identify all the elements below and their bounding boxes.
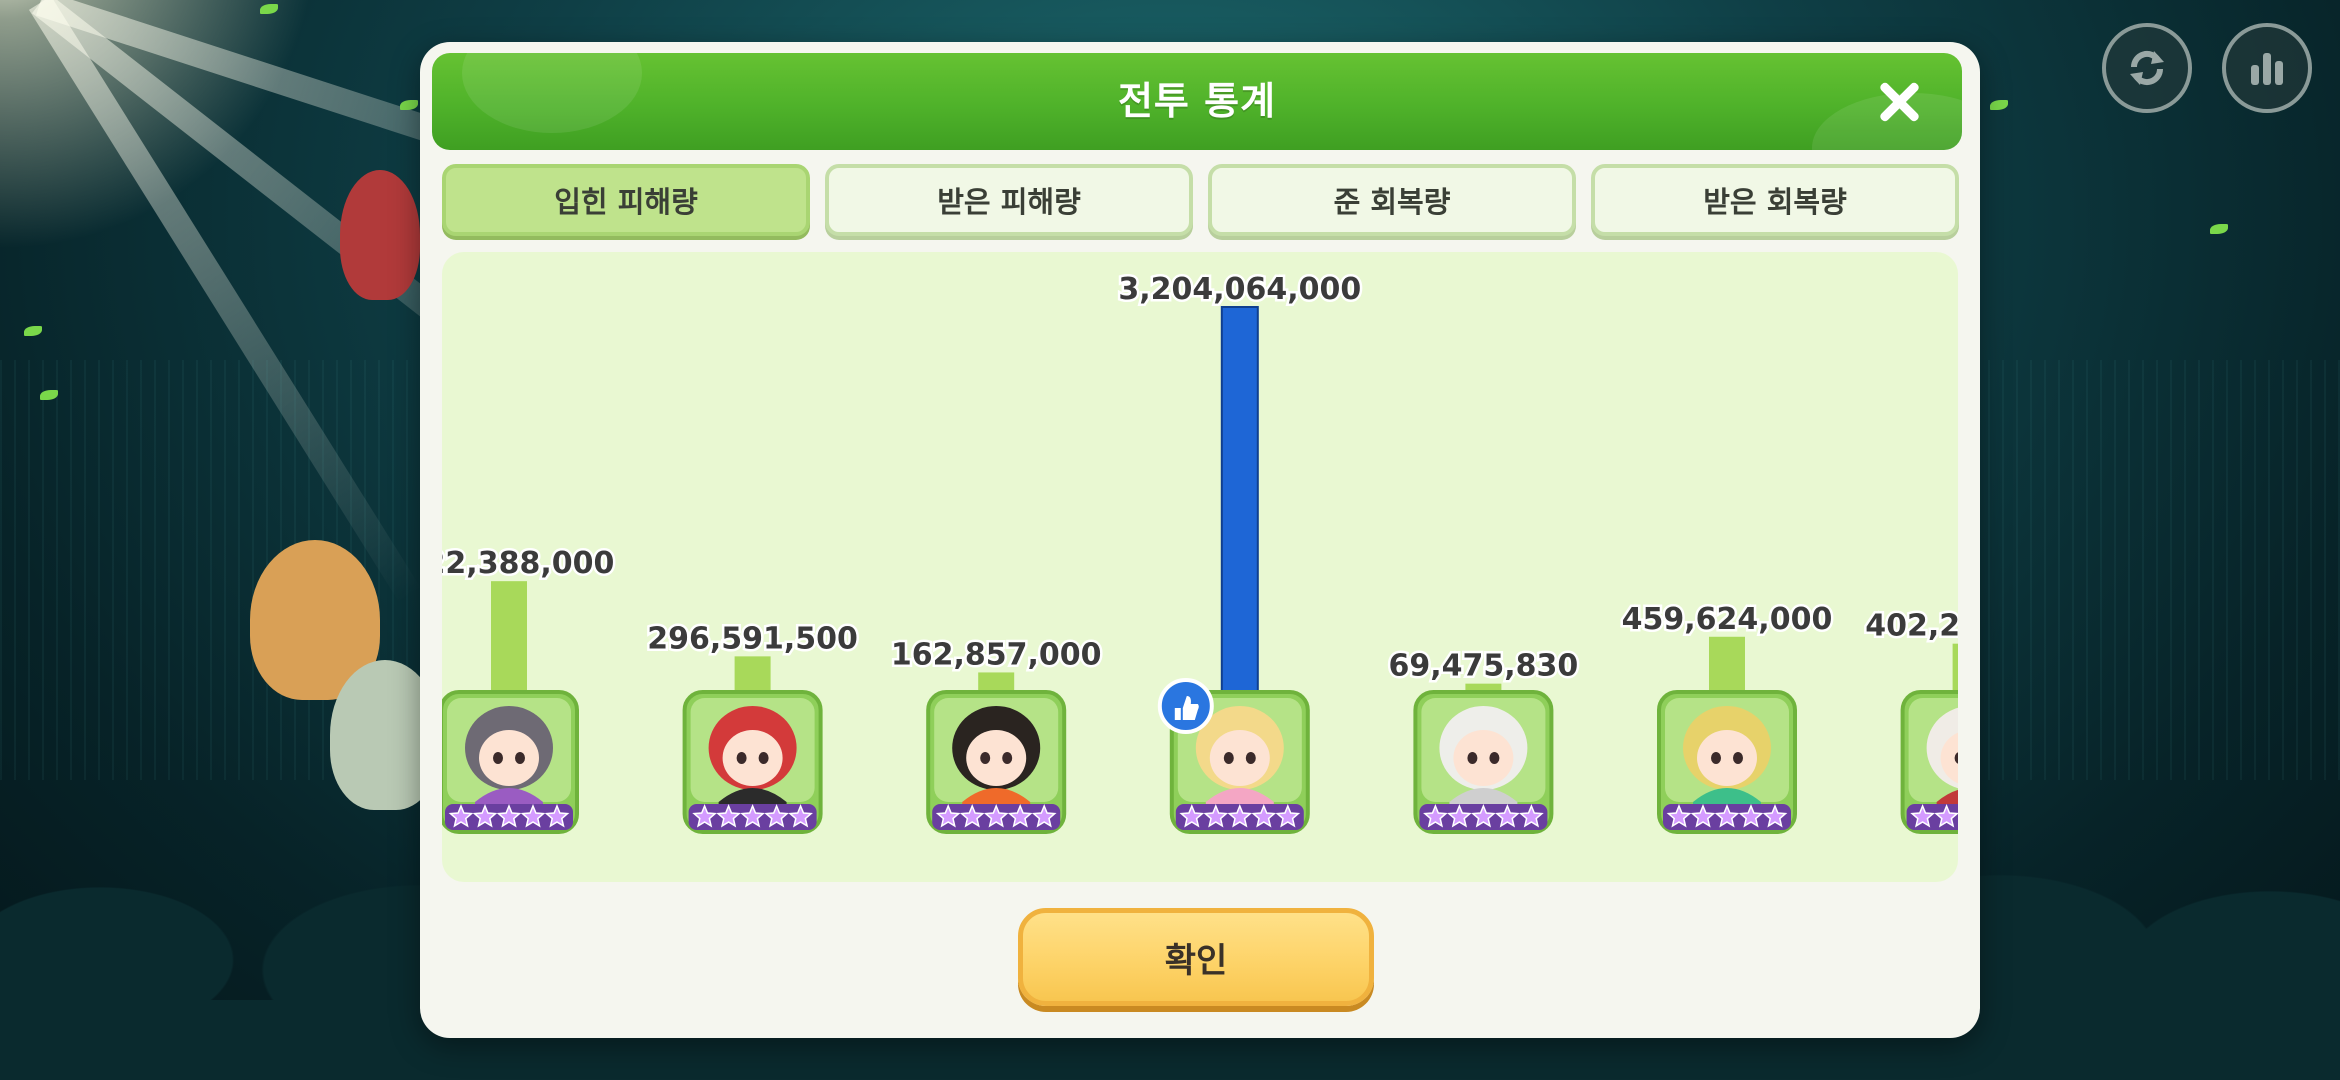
character-eye bbox=[1489, 752, 1500, 764]
refresh-icon bbox=[2130, 50, 2164, 86]
tab-healing-given[interactable]: 준 회복량 bbox=[1208, 164, 1576, 236]
damage-value-label: 69,475,830 bbox=[1389, 649, 1579, 684]
character-eye bbox=[1245, 752, 1256, 764]
tab-damage-taken[interactable]: 받은 피해량 bbox=[825, 164, 1193, 236]
refresh-button[interactable] bbox=[2102, 23, 2192, 113]
dialog-title: 전투 통계 bbox=[1117, 79, 1277, 123]
bar-chart-icon bbox=[2251, 53, 2283, 85]
character-face bbox=[966, 730, 1027, 786]
character-eye bbox=[515, 752, 525, 764]
character-face bbox=[479, 730, 539, 786]
character-face bbox=[722, 730, 783, 786]
damage-bar bbox=[734, 656, 771, 692]
character-eye bbox=[736, 752, 747, 764]
character-eye bbox=[1711, 752, 1721, 764]
battle-stats-dialog: 전투 통계 입힌 피해량 받은 피해량 준 회복량 받은 회복량 922,388… bbox=[420, 42, 1980, 1038]
damage-value-label: 922,388,000 bbox=[442, 546, 614, 581]
character-eye bbox=[1223, 752, 1234, 764]
damage-bar bbox=[1220, 306, 1259, 693]
tab-damage-dealt[interactable]: 입힌 피해량 bbox=[442, 164, 810, 236]
damage-value-label: 296,591,500 bbox=[647, 621, 858, 656]
damage-value-label: 459,624,000 bbox=[1622, 602, 1833, 637]
character-face bbox=[1209, 730, 1270, 786]
character-eye bbox=[758, 752, 769, 764]
tab-healing-received[interactable]: 받은 회복량 bbox=[1591, 164, 1959, 236]
character-eye bbox=[1467, 752, 1478, 764]
dialog-title-bar: 전투 통계 bbox=[432, 53, 1962, 150]
confirm-button[interactable]: 확인 bbox=[1018, 908, 1374, 1006]
falling-leaf bbox=[2210, 224, 2228, 234]
character-eye bbox=[493, 752, 503, 764]
character-face bbox=[1453, 730, 1514, 786]
character-eye bbox=[1002, 752, 1013, 764]
falling-leaf bbox=[1990, 100, 2008, 110]
damage-bar bbox=[1952, 643, 1958, 692]
damage-bar bbox=[491, 581, 527, 692]
statistics-button[interactable] bbox=[2222, 23, 2312, 113]
damage-chart: 922,388,000 296,591,500 162,857,000 3,204,0… bbox=[442, 252, 1958, 882]
background-character bbox=[340, 170, 420, 300]
character-eye bbox=[1733, 752, 1743, 764]
character-face bbox=[1697, 730, 1757, 786]
damage-value-label: 3,204,064,000 bbox=[1118, 272, 1361, 307]
damage-bar bbox=[978, 672, 1015, 692]
character-eye bbox=[980, 752, 991, 764]
damage-bar bbox=[1709, 636, 1745, 692]
damage-value-label: 402,200,000 bbox=[1865, 609, 1958, 644]
damage-value-label: 162,857,000 bbox=[891, 637, 1102, 672]
close-button[interactable] bbox=[1876, 79, 1922, 125]
damage-chart-svg: 922,388,000 296,591,500 162,857,000 3,204,0… bbox=[442, 270, 1958, 834]
